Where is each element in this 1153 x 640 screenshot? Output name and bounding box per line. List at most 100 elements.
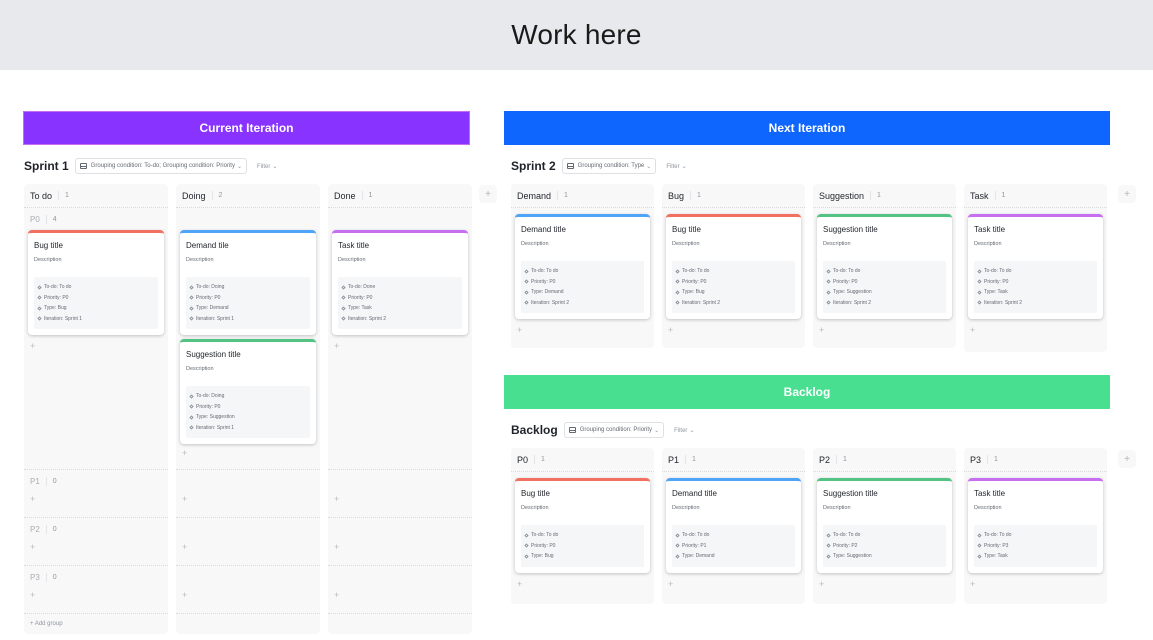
field-text: Iteration: Sprint 2 <box>348 315 387 322</box>
field-text: To-do: To do <box>984 532 1012 538</box>
field-text: Type: Task <box>984 553 1008 559</box>
sub-group-count: 0 <box>45 476 57 486</box>
grouping-select[interactable]: Grouping condition: Type ⌄ <box>561 158 657 174</box>
card-title: Suggestion title <box>823 225 878 234</box>
page-title: Work here <box>511 19 642 50</box>
backlog-board-header: Backlog Grouping condition: Priority ⌄ F… <box>511 421 694 439</box>
grouping-select[interactable]: Grouping condition: To-do; Grouping cond… <box>74 158 248 174</box>
grouping-select[interactable]: Grouping condition: Priority ⌄ <box>563 422 665 438</box>
add-column-button[interactable]: + <box>1118 450 1136 468</box>
card-task[interactable]: Task title Description To-do: To do Prior… <box>968 214 1103 319</box>
card-field: Iteration: Sprint 2 <box>826 298 942 309</box>
current-iteration-banner[interactable]: Current Iteration <box>23 111 470 145</box>
add-card-button[interactable]: + <box>328 339 472 353</box>
card-title: Task title <box>974 489 1006 498</box>
add-card-button[interactable]: + <box>176 446 320 460</box>
add-card-button[interactable]: + <box>511 323 654 337</box>
field-diamond-icon <box>524 269 529 274</box>
add-card-button[interactable]: + <box>813 577 956 591</box>
card-demand[interactable]: Demand tile Description To-do: Doing Pri… <box>180 230 316 335</box>
card-suggestion[interactable]: Suggestion title Description To-do: To d… <box>817 214 952 319</box>
add-card-button[interactable]: + <box>328 588 472 602</box>
add-card-button[interactable]: + <box>176 588 320 602</box>
card-demand[interactable]: Demand title Description To-do: To do Pri… <box>666 478 801 573</box>
column-name: Demand <box>517 190 552 201</box>
add-card-button[interactable]: + <box>328 492 472 506</box>
card-field: Type: Demand <box>675 551 791 562</box>
add-column-button[interactable]: + <box>479 185 497 203</box>
add-card-button[interactable]: + <box>24 492 168 506</box>
add-card-button[interactable]: + <box>24 540 168 554</box>
field-todo: To-do: Doing <box>189 391 306 402</box>
filter-button[interactable]: Filter ⌄ <box>666 163 686 170</box>
add-group-button[interactable]: + Add group <box>24 614 168 634</box>
filter-button[interactable]: Filter ⌄ <box>257 163 277 170</box>
column-count: 1 <box>690 191 701 200</box>
card-field: Priority: P0 <box>826 277 942 288</box>
add-card-button[interactable]: + <box>662 323 805 337</box>
add-card-button[interactable]: + <box>24 339 168 353</box>
sub-group-count: 0 <box>45 572 57 582</box>
card-fields: To-do: To do Priority: P0 Type: Bug Iter… <box>34 277 158 329</box>
sub-group-p3: P3 0 + <box>24 566 168 614</box>
card-bug[interactable]: Bug title Description To-do: To do Prior… <box>28 230 164 335</box>
add-column-button[interactable]: + <box>1118 185 1136 203</box>
field-priority: Priority: P0 <box>189 402 306 413</box>
field-diamond-icon <box>37 295 42 300</box>
field-diamond-icon <box>977 279 982 284</box>
add-card-button[interactable]: + <box>964 323 1107 337</box>
card-demand[interactable]: Demand title Description To-do: To do Pri… <box>515 214 650 319</box>
field-text: Type: Bug <box>531 553 554 559</box>
field-diamond-icon <box>341 306 346 311</box>
filter-button[interactable]: Filter ⌄ <box>674 427 694 434</box>
field-text: Type: Suggestion <box>196 414 235 420</box>
card-title: Demand title <box>672 489 717 498</box>
field-text: Iteration: Sprint 1 <box>44 315 83 322</box>
next-iteration-banner[interactable]: Next Iteration <box>504 111 1110 145</box>
add-card-button[interactable]: + <box>662 577 805 591</box>
sub-group-name: P1 <box>30 476 40 486</box>
grouping-label: Grouping condition: To-do; Grouping cond… <box>90 163 235 169</box>
add-card-button[interactable]: + <box>813 323 956 337</box>
field-text: To-do: To do <box>833 268 861 274</box>
field-text: Priority: P0 <box>833 278 858 285</box>
backlog-banner[interactable]: Backlog <box>504 375 1110 409</box>
card-bug[interactable]: Bug title Description To-do: To do Priori… <box>666 214 801 319</box>
field-text: Iteration: Sprint 2 <box>984 299 1023 306</box>
column-count: 2 <box>211 191 222 200</box>
add-card-button[interactable]: + <box>176 492 320 506</box>
field-text: To-do: Done <box>348 284 376 290</box>
field-type: Type: Suggestion <box>189 412 306 423</box>
grouping-label: Grouping condition: Type <box>577 163 645 169</box>
add-card-button[interactable]: + <box>328 540 472 554</box>
card-title: Demand title <box>521 225 566 234</box>
field-diamond-icon <box>977 543 982 548</box>
card-field: Type: Bug <box>524 551 640 562</box>
card-fields: To-do: To do Priority: P1 Type: Demand <box>672 525 795 567</box>
column-name: P2 <box>819 454 831 465</box>
add-card-button[interactable]: + <box>511 577 654 591</box>
chevron-down-icon: ⌄ <box>272 163 278 170</box>
chevron-down-icon: ⌄ <box>236 163 243 170</box>
card-suggestion[interactable]: Suggestion title Description To-do: To d… <box>817 478 952 573</box>
field-text: Type: Bug <box>682 289 705 295</box>
field-diamond-icon <box>675 269 680 274</box>
add-card-button[interactable]: + <box>964 577 1107 591</box>
field-type: Type: Demand <box>189 303 306 314</box>
card-suggestion[interactable]: Suggestion title Description To-do: Doin… <box>180 339 316 444</box>
field-text: Priority: P0 <box>984 278 1009 285</box>
add-card-button[interactable]: + <box>24 588 168 602</box>
card-field: Type: Task <box>977 287 1093 298</box>
field-diamond-icon <box>826 269 831 274</box>
card-field: Priority: P0 <box>524 541 640 552</box>
card-field: To-do: To do <box>977 530 1093 541</box>
column-p2: P2 1 Suggestion title Description To-do:… <box>813 448 956 604</box>
add-card-button[interactable]: + <box>176 540 320 554</box>
card-task[interactable]: Task title Description To-do: To do Prior… <box>968 478 1103 573</box>
column-task: Task 1 Task title Description To-do: To … <box>964 184 1107 352</box>
card-task[interactable]: Task title Description To-do: Done Prior… <box>332 230 468 335</box>
field-diamond-icon <box>977 300 982 305</box>
card-field: Iteration: Sprint 2 <box>977 298 1093 309</box>
card-bug[interactable]: Bug title Description To-do: To do Priori… <box>515 478 650 573</box>
column-bug: Bug 1 Bug title Description To-do: To do… <box>662 184 805 348</box>
